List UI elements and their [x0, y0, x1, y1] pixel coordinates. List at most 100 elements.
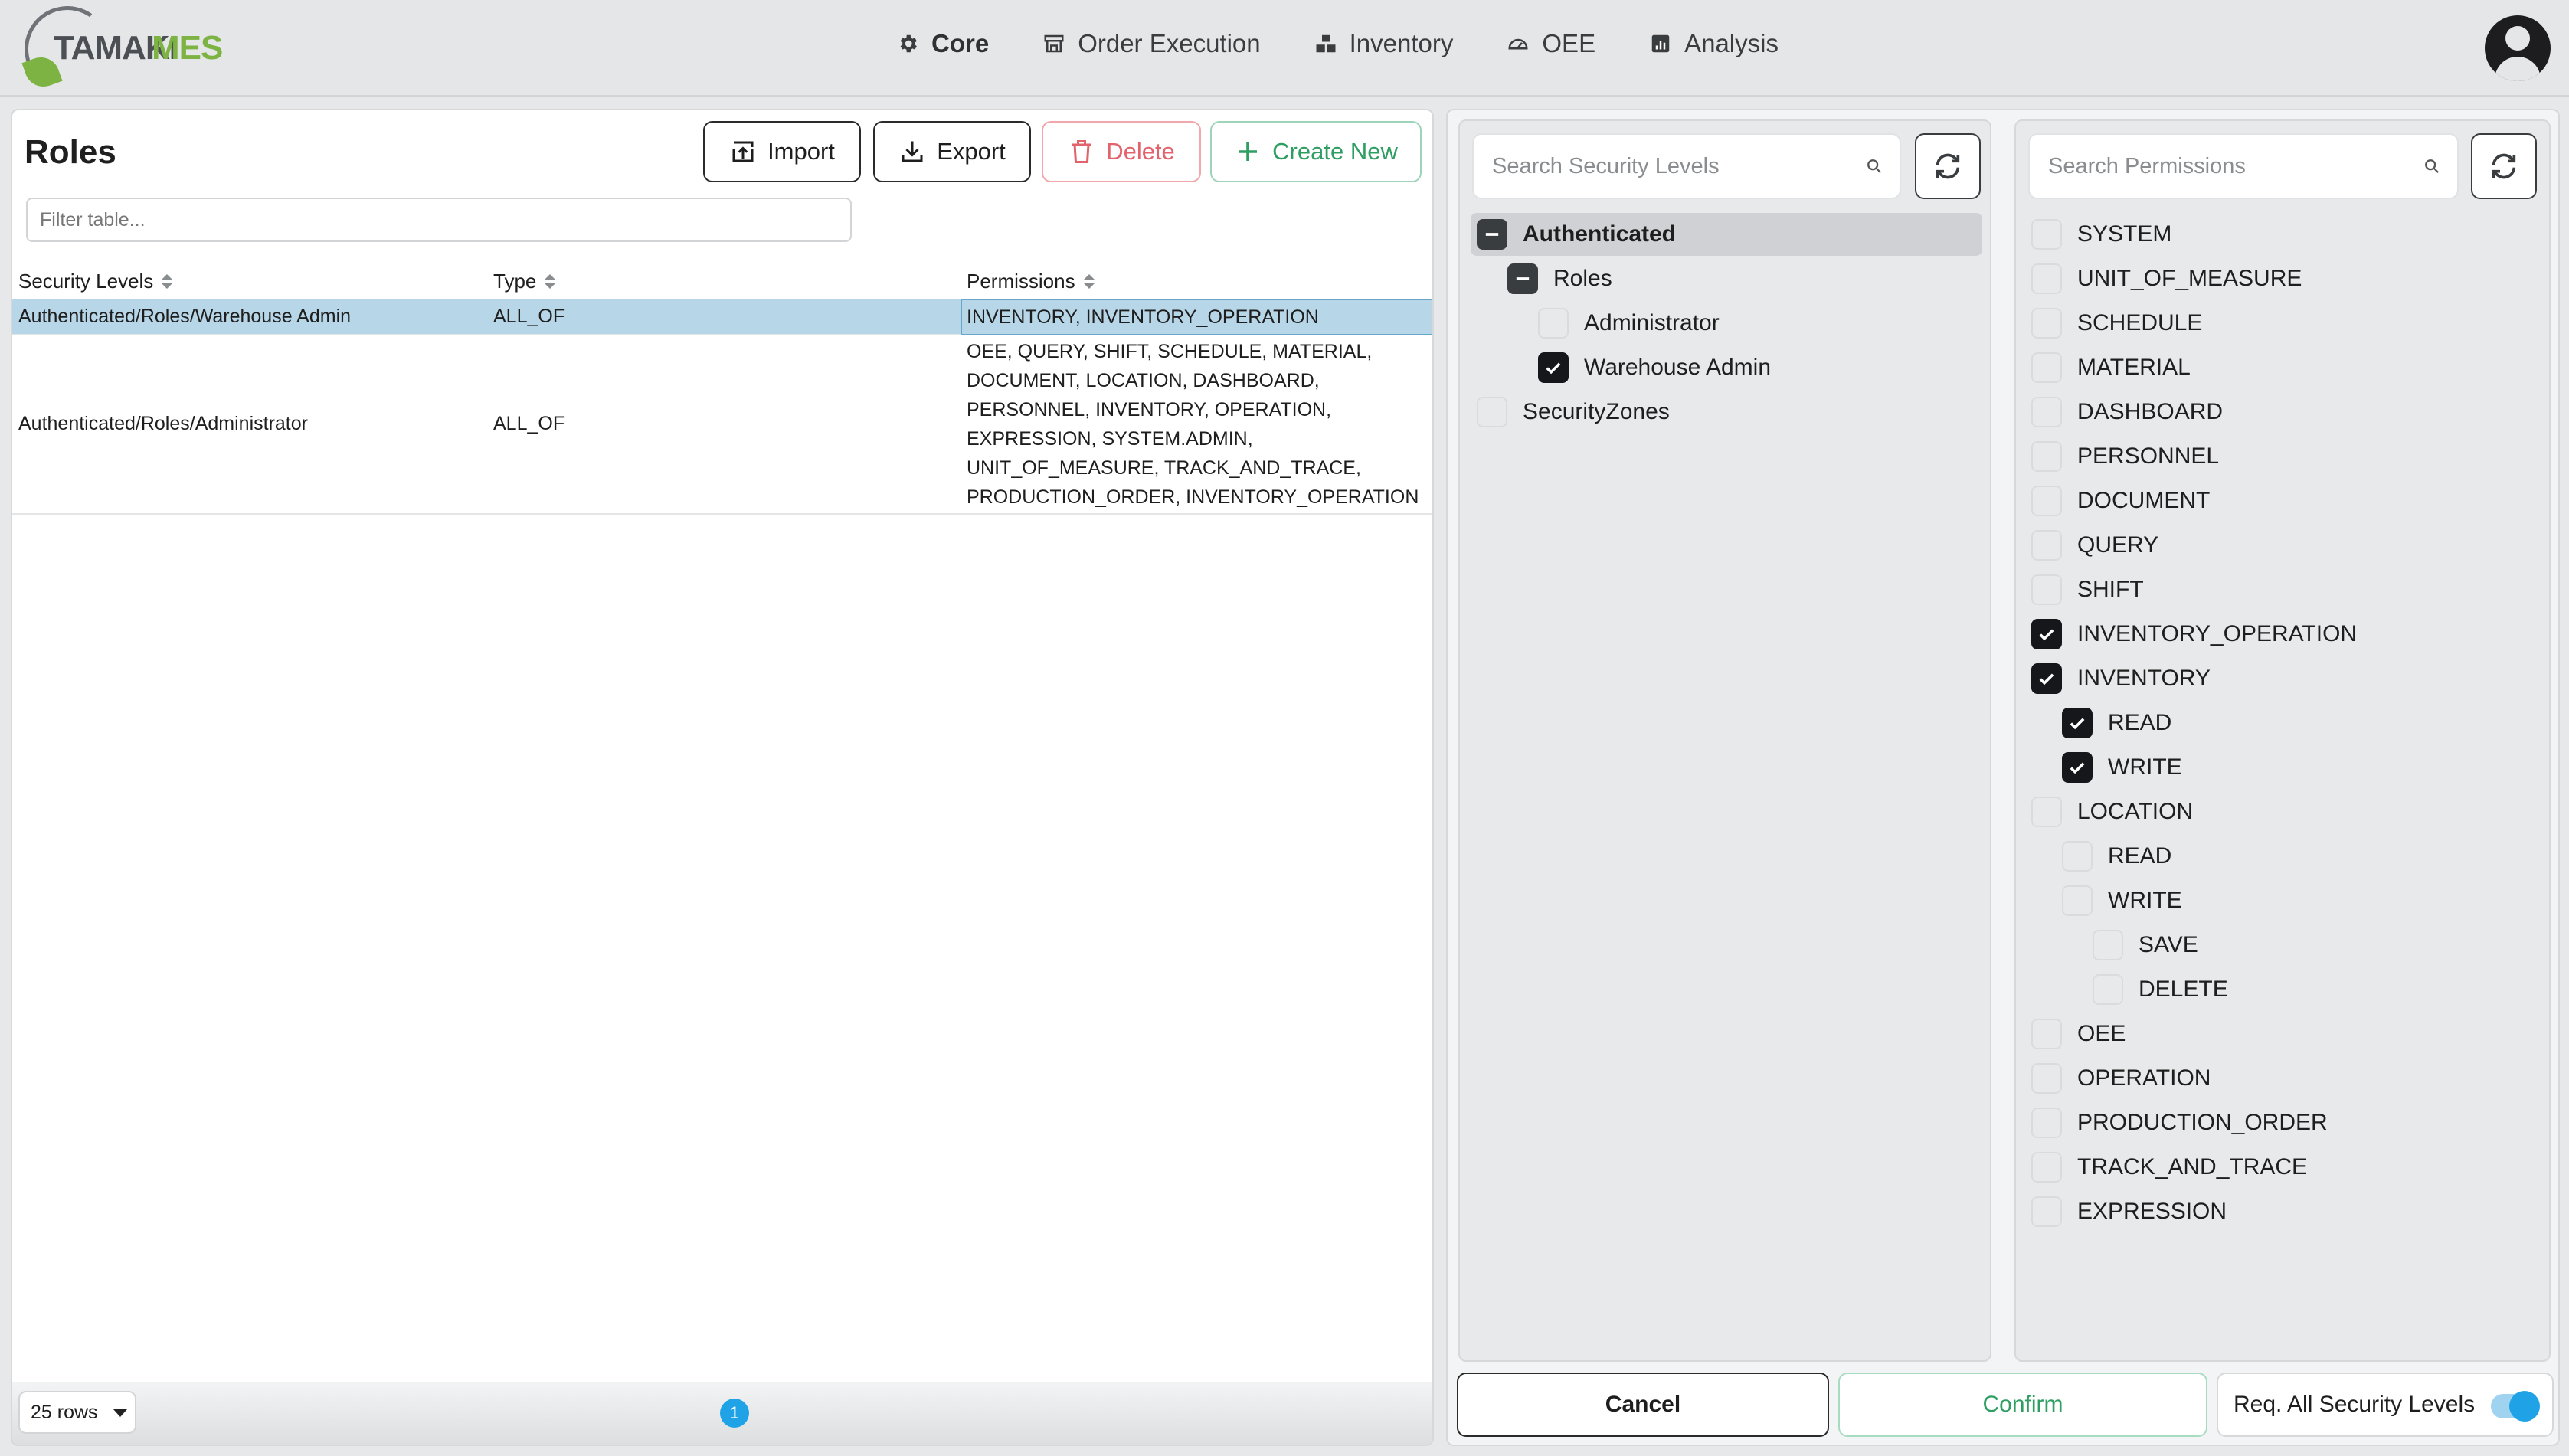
permission-tree-item[interactable]: OEE [2031, 1019, 2126, 1049]
permission-tree-item[interactable]: OPERATION [2031, 1063, 2211, 1094]
rows-per-page-value: 25 rows [31, 1401, 98, 1423]
checkbox[interactable] [2031, 219, 2062, 250]
permission-tree-item[interactable]: WRITE [2062, 752, 2182, 783]
permission-tree-item[interactable]: INVENTORY [2031, 663, 2211, 694]
table-header: Security Levels Type Permissions [12, 260, 1432, 302]
checkbox[interactable] [2031, 1063, 2062, 1094]
permission-tree-item[interactable]: WRITE [2062, 885, 2182, 916]
column-security-levels[interactable]: Security Levels [18, 270, 174, 293]
checkbox[interactable] [2031, 486, 2062, 516]
permission-tree-item[interactable]: UNIT_OF_MEASURE [2031, 263, 2302, 294]
table-row[interactable]: Authenticated/Roles/Warehouse Admin ALL_… [12, 299, 1432, 335]
security-level-tree-item[interactable]: SecurityZones [1477, 397, 1670, 427]
logo-text-mes: MES [152, 29, 223, 67]
permission-tree-item[interactable]: SYSTEM [2031, 219, 2171, 250]
create-new-button[interactable]: Create New [1210, 121, 1422, 182]
permission-line: PERSONNEL, INVENTORY, OPERATION, [967, 399, 1332, 420]
user-avatar-icon[interactable] [2485, 15, 2551, 81]
nav-analysis-label: Analysis [1684, 29, 1779, 57]
page-number-button[interactable]: 1 [720, 1399, 749, 1428]
checkbox[interactable] [2031, 1108, 2062, 1138]
checkbox[interactable] [2093, 930, 2123, 960]
checkbox-indeterminate-icon[interactable] [1507, 263, 1538, 294]
nav-oee[interactable]: OEE [1507, 29, 1595, 58]
checkbox[interactable] [2031, 397, 2062, 427]
checkbox-checked-icon[interactable] [2031, 619, 2062, 649]
security-level-tree-item[interactable]: Authenticated [1477, 219, 1676, 250]
permission-tree-item[interactable]: SHIFT [2031, 574, 2144, 605]
permission-tree-item[interactable]: MATERIAL [2031, 352, 2191, 383]
checkbox-checked-icon[interactable] [2031, 663, 2062, 694]
nav-core[interactable]: Core [896, 29, 989, 58]
cell-permissions[interactable]: INVENTORY, INVENTORY_OPERATION [961, 299, 1432, 335]
checkbox-checked-icon[interactable] [1538, 352, 1569, 383]
permission-tree-item[interactable]: READ [2062, 708, 2171, 738]
toggle-switch[interactable] [2491, 1391, 2540, 1422]
checkbox[interactable] [2062, 841, 2093, 872]
import-button-label: Import [767, 138, 835, 165]
permission-tree-item[interactable]: QUERY [2031, 530, 2158, 561]
permission-tree-item-label: QUERY [2077, 532, 2159, 558]
table-row[interactable]: Authenticated/Roles/Administrator ALL_OF… [12, 335, 1432, 515]
checkbox-checked-icon[interactable] [2062, 752, 2093, 783]
permission-tree-item[interactable]: TRACK_AND_TRACE [2031, 1152, 2307, 1183]
permission-tree-item[interactable]: DELETE [2093, 974, 2228, 1005]
search-security-levels-input[interactable]: Search Security Levels [1472, 133, 1901, 199]
permission-tree-item[interactable]: SAVE [2093, 930, 2198, 960]
refresh-security-levels-button[interactable] [1915, 133, 1981, 199]
security-level-tree-item-label: Roles [1553, 266, 1612, 291]
boxes-icon [1316, 34, 1336, 53]
column-type[interactable]: Type [493, 270, 557, 293]
permission-tree-item[interactable]: LOCATION [2031, 797, 2193, 827]
checkbox[interactable] [2031, 574, 2062, 605]
security-level-tree-item[interactable]: Administrator [1538, 308, 1720, 339]
permission-tree-item[interactable]: PERSONNEL [2031, 441, 2219, 472]
permission-tree-item[interactable]: READ [2062, 841, 2171, 872]
permission-tree-item-label: OPERATION [2077, 1065, 2211, 1091]
security-level-tree-item[interactable]: Roles [1507, 263, 1612, 294]
delete-button[interactable]: Delete [1042, 121, 1201, 182]
import-button[interactable]: Import [703, 121, 861, 182]
cancel-button[interactable]: Cancel [1457, 1373, 1829, 1437]
rows-per-page-select[interactable]: 25 rows [18, 1391, 136, 1434]
checkbox[interactable] [2031, 308, 2062, 339]
checkbox[interactable] [1538, 308, 1569, 339]
nav-order-execution[interactable]: Order Execution [1042, 29, 1261, 58]
checkbox[interactable] [2031, 352, 2062, 383]
checkbox[interactable] [2031, 441, 2062, 472]
page-title: Roles [25, 133, 116, 171]
main-nav: Core Order Execution Inventory OEE Analy… [896, 29, 1779, 58]
permission-tree-item[interactable]: SCHEDULE [2031, 308, 2202, 339]
column-permissions[interactable]: Permissions [967, 270, 1095, 293]
permission-tree-item[interactable]: DOCUMENT [2031, 486, 2210, 516]
confirm-button[interactable]: Confirm [1838, 1373, 2207, 1437]
checkbox[interactable] [2031, 263, 2062, 294]
checkbox-checked-icon[interactable] [2062, 708, 2093, 738]
nav-inventory[interactable]: Inventory [1314, 29, 1453, 58]
permission-line: EXPRESSION, SYSTEM.ADMIN, [967, 428, 1253, 450]
permission-tree-item-label: DELETE [2139, 977, 2228, 1002]
checkbox[interactable] [2062, 885, 2093, 916]
checkbox[interactable] [2031, 1019, 2062, 1049]
checkbox[interactable] [2093, 974, 2123, 1005]
cell-type: ALL_OF [493, 306, 565, 327]
require-all-security-levels-toggle[interactable]: Req. All Security Levels [2217, 1373, 2554, 1437]
filter-table-input[interactable] [26, 198, 852, 242]
search-permissions-input[interactable]: Search Permissions [2028, 133, 2459, 199]
permission-tree-item[interactable]: INVENTORY_OPERATION [2031, 619, 2357, 649]
export-button[interactable]: Export [873, 121, 1031, 182]
export-button-label: Export [937, 138, 1006, 165]
permission-tree-item[interactable]: EXPRESSION [2031, 1196, 2227, 1227]
permission-tree-item[interactable]: PRODUCTION_ORDER [2031, 1108, 2328, 1138]
permission-tree-item[interactable]: DASHBOARD [2031, 397, 2223, 427]
nav-analysis[interactable]: Analysis [1649, 29, 1779, 58]
refresh-permissions-button[interactable] [2471, 133, 2537, 199]
checkbox[interactable] [2031, 797, 2062, 827]
tamaki-mes-logo[interactable]: TAMAKI MES [18, 0, 223, 99]
checkbox-indeterminate-icon[interactable] [1477, 219, 1507, 250]
checkbox[interactable] [1477, 397, 1507, 427]
checkbox[interactable] [2031, 1152, 2062, 1183]
checkbox[interactable] [2031, 1196, 2062, 1227]
checkbox[interactable] [2031, 530, 2062, 561]
security-level-tree-item[interactable]: Warehouse Admin [1538, 352, 1771, 383]
